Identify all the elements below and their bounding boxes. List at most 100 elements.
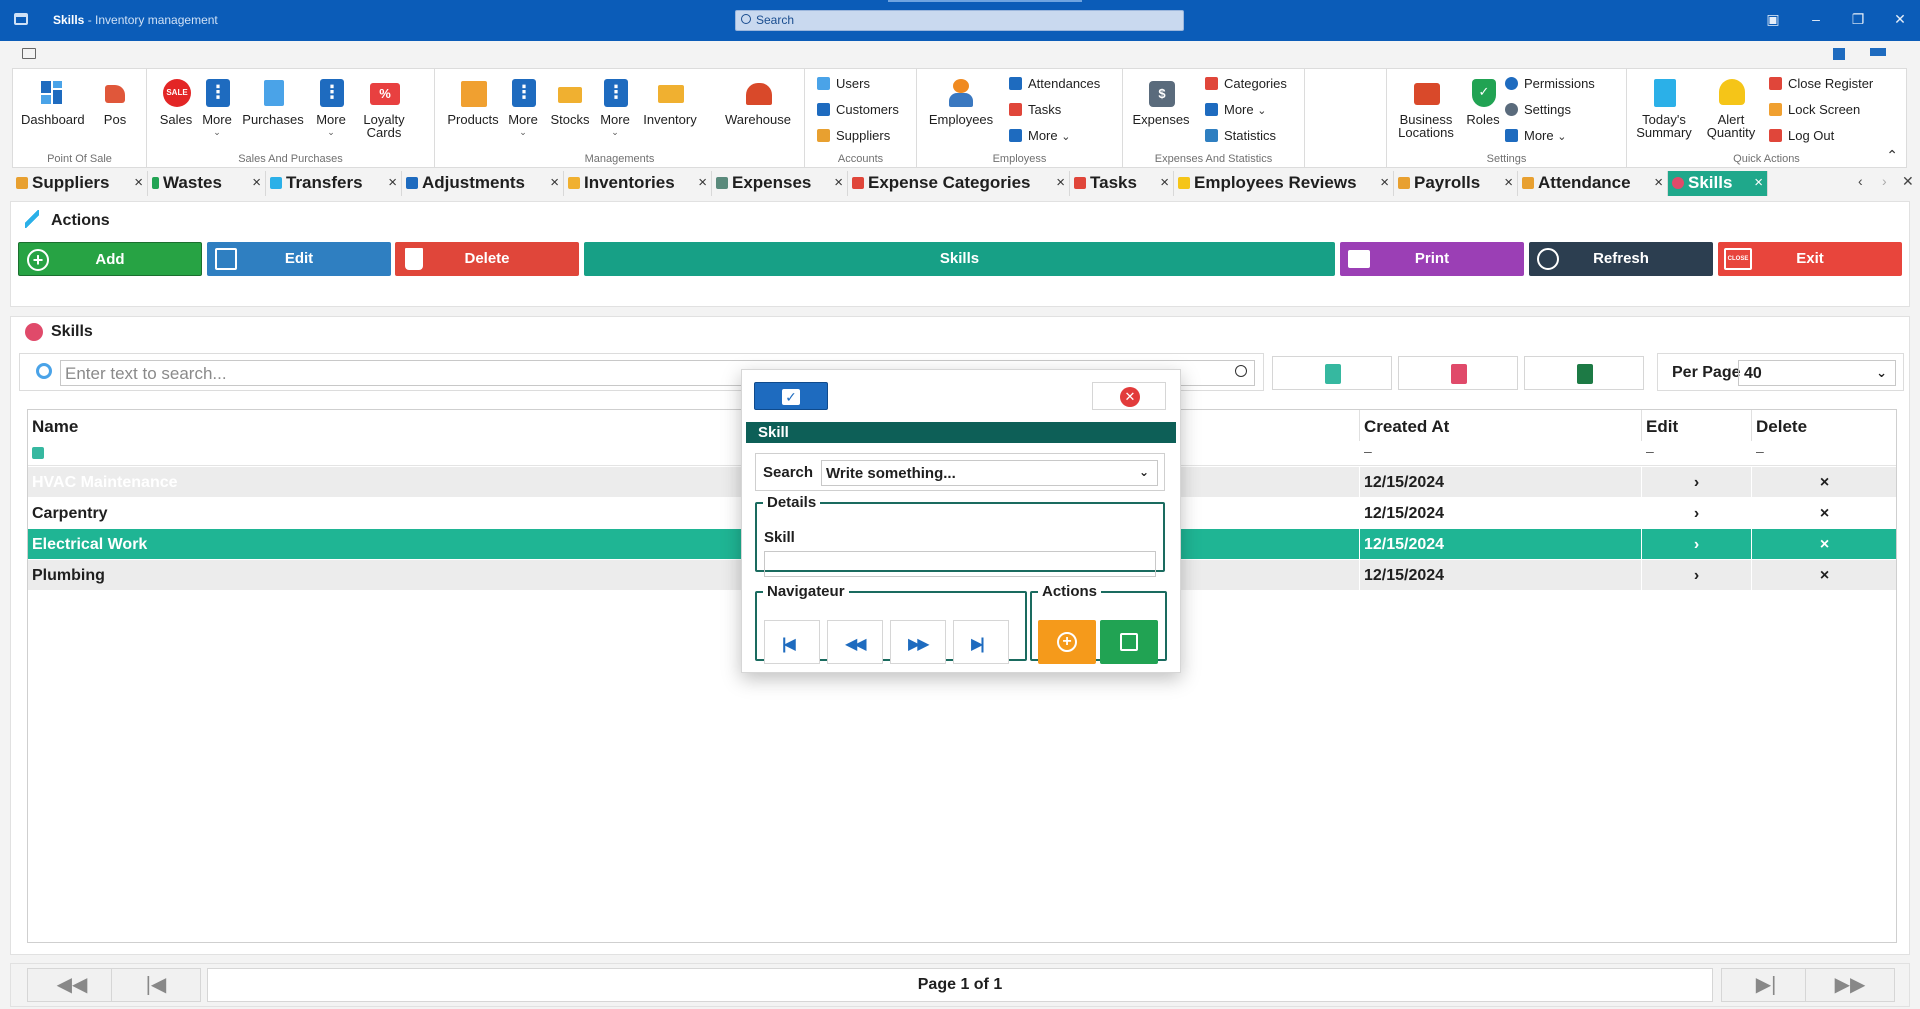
- export-pdf-button[interactable]: [1398, 356, 1518, 390]
- menu-icon[interactable]: [22, 48, 36, 59]
- settings-button[interactable]: Settings: [1505, 101, 1571, 121]
- customers-button[interactable]: Customers: [817, 101, 899, 121]
- previous-page-button[interactable]: |◀: [111, 968, 201, 1002]
- close-window-button[interactable]: ✕: [1890, 11, 1910, 28]
- refresh-button[interactable]: Refresh: [1529, 242, 1713, 276]
- expenses-button[interactable]: $ Expenses: [1129, 77, 1193, 126]
- pos-button[interactable]: Pos: [95, 77, 135, 126]
- stocks-button[interactable]: Stocks: [547, 77, 593, 126]
- delete-row-icon[interactable]: ×: [1752, 529, 1898, 560]
- statistics-button[interactable]: Statistics: [1205, 127, 1276, 147]
- tab-transfers[interactable]: Transfers ×: [266, 171, 402, 196]
- close-icon[interactable]: ×: [1056, 171, 1065, 195]
- business-locations-button[interactable]: Business Locations: [1393, 77, 1459, 139]
- alert-quantity-button[interactable]: Alert Quantity: [1701, 77, 1761, 139]
- categories-button[interactable]: Categories: [1205, 75, 1287, 95]
- dialog-add-button[interactable]: +: [1038, 620, 1096, 664]
- tab-payrolls[interactable]: Payrolls ×: [1394, 171, 1518, 196]
- column-header-created-at[interactable]: Created At: [1360, 410, 1642, 441]
- dialog-search-select[interactable]: Write something... ⌄: [821, 460, 1158, 486]
- tab-employees-reviews[interactable]: Employees Reviews ×: [1174, 171, 1394, 196]
- tab-inventories[interactable]: Inventories ×: [564, 171, 712, 196]
- tab-expense-categories[interactable]: Expense Categories ×: [848, 171, 1070, 196]
- log-out-button[interactable]: Log Out: [1769, 127, 1834, 147]
- tabs-scroll-left-icon[interactable]: ‹: [1858, 173, 1863, 189]
- skills-button[interactable]: Skills: [584, 242, 1335, 276]
- print-button[interactable]: Print: [1340, 242, 1524, 276]
- tab-wastes[interactable]: Wastes ×: [148, 171, 266, 196]
- todays-summary-button[interactable]: Today's Summary: [1631, 77, 1697, 139]
- skill-input[interactable]: [764, 551, 1156, 577]
- edit-row-icon[interactable]: ›: [1642, 529, 1752, 560]
- tabs-close-all-icon[interactable]: ✕: [1902, 173, 1914, 190]
- edit-row-icon[interactable]: ›: [1642, 560, 1752, 591]
- filter-icon[interactable]: [32, 447, 44, 459]
- close-icon[interactable]: ×: [1160, 171, 1169, 195]
- delete-row-icon[interactable]: ×: [1752, 560, 1898, 591]
- dashboard-button[interactable]: Dashboard: [21, 77, 85, 126]
- edit-row-icon[interactable]: ›: [1642, 498, 1752, 529]
- add-button[interactable]: + Add: [18, 242, 202, 276]
- permissions-button[interactable]: Permissions: [1505, 75, 1595, 95]
- tab-attendance[interactable]: Attendance ×: [1518, 171, 1668, 196]
- nav-first-button[interactable]: |◀: [764, 620, 820, 664]
- dialog-save-button[interactable]: [1100, 620, 1158, 664]
- confirm-button[interactable]: ✓: [754, 382, 828, 410]
- close-icon[interactable]: ×: [388, 171, 397, 195]
- nav-last-button[interactable]: ▶|: [953, 620, 1009, 664]
- delete-button[interactable]: Delete: [395, 242, 579, 276]
- sales-button[interactable]: SALE Sales: [155, 77, 197, 126]
- column-header-edit[interactable]: Edit: [1642, 410, 1752, 441]
- column-header-delete[interactable]: Delete: [1752, 410, 1898, 441]
- warehouse-button[interactable]: Warehouse: [721, 77, 795, 126]
- minimize-button[interactable]: –: [1806, 11, 1826, 27]
- next-page-button[interactable]: ▶|: [1721, 968, 1811, 1002]
- employees-more-button[interactable]: More ⌄: [1009, 127, 1070, 147]
- products-button[interactable]: Products: [445, 77, 501, 126]
- close-icon[interactable]: ×: [698, 171, 707, 195]
- tab-skills[interactable]: Skills ×: [1668, 171, 1768, 196]
- close-icon[interactable]: ×: [1380, 171, 1389, 195]
- purchases-more-button[interactable]: ⋮ More ⌄: [313, 77, 349, 139]
- cancel-button[interactable]: ✕: [1092, 382, 1166, 410]
- attendances-button[interactable]: Attendances: [1009, 75, 1100, 95]
- employees-button[interactable]: Employees: [925, 77, 997, 126]
- purchases-button[interactable]: Purchases: [237, 77, 309, 126]
- close-register-button[interactable]: Close Register: [1769, 75, 1873, 95]
- expenses-more-button[interactable]: More ⌄: [1205, 101, 1266, 121]
- users-button[interactable]: Users: [817, 75, 870, 95]
- tabs-scroll-right-icon[interactable]: ›: [1882, 173, 1887, 189]
- filter-delete[interactable]: –: [1756, 443, 1764, 459]
- close-icon[interactable]: ×: [834, 171, 843, 195]
- filter-edit[interactable]: –: [1646, 443, 1654, 459]
- layout-icon[interactable]: ▣: [1763, 11, 1783, 28]
- search-icon[interactable]: [1235, 365, 1247, 377]
- collapse-ribbon-icon[interactable]: ⌃: [1886, 147, 1898, 164]
- exit-button[interactable]: CLOSE Exit: [1718, 242, 1902, 276]
- edit-row-icon[interactable]: ›: [1642, 467, 1752, 498]
- nav-next-button[interactable]: ▶▶: [890, 620, 946, 664]
- close-icon[interactable]: ×: [134, 171, 143, 195]
- theme-grid-icon[interactable]: [1833, 48, 1845, 60]
- roles-button[interactable]: ✓ Roles: [1463, 77, 1503, 126]
- edit-button[interactable]: Edit: [207, 242, 391, 276]
- title-search-box[interactable]: Search: [735, 10, 1184, 31]
- tab-adjustments[interactable]: Adjustments ×: [402, 171, 564, 196]
- last-page-button[interactable]: ▶▶: [1805, 968, 1895, 1002]
- filter-created-at[interactable]: –: [1364, 443, 1372, 459]
- settings-more-button[interactable]: More ⌄: [1505, 127, 1566, 147]
- first-page-button[interactable]: ◀◀: [27, 968, 117, 1002]
- restore-button[interactable]: ❐: [1848, 11, 1868, 28]
- tasks-button[interactable]: Tasks: [1009, 101, 1061, 121]
- sales-more-button[interactable]: ⋮ More ⌄: [199, 77, 235, 139]
- stocks-more-button[interactable]: ⋮ More ⌄: [597, 77, 633, 139]
- suppliers-button[interactable]: Suppliers: [817, 127, 890, 147]
- delete-row-icon[interactable]: ×: [1752, 498, 1898, 529]
- close-icon[interactable]: ×: [1504, 171, 1513, 195]
- products-more-button[interactable]: ⋮ More ⌄: [505, 77, 541, 139]
- tab-suppliers[interactable]: Suppliers ×: [12, 171, 148, 196]
- tab-tasks[interactable]: Tasks ×: [1070, 171, 1174, 196]
- per-page-select[interactable]: 40 ⌄: [1738, 360, 1896, 386]
- inventory-button[interactable]: Inventory: [639, 77, 701, 126]
- delete-row-icon[interactable]: ×: [1752, 467, 1898, 498]
